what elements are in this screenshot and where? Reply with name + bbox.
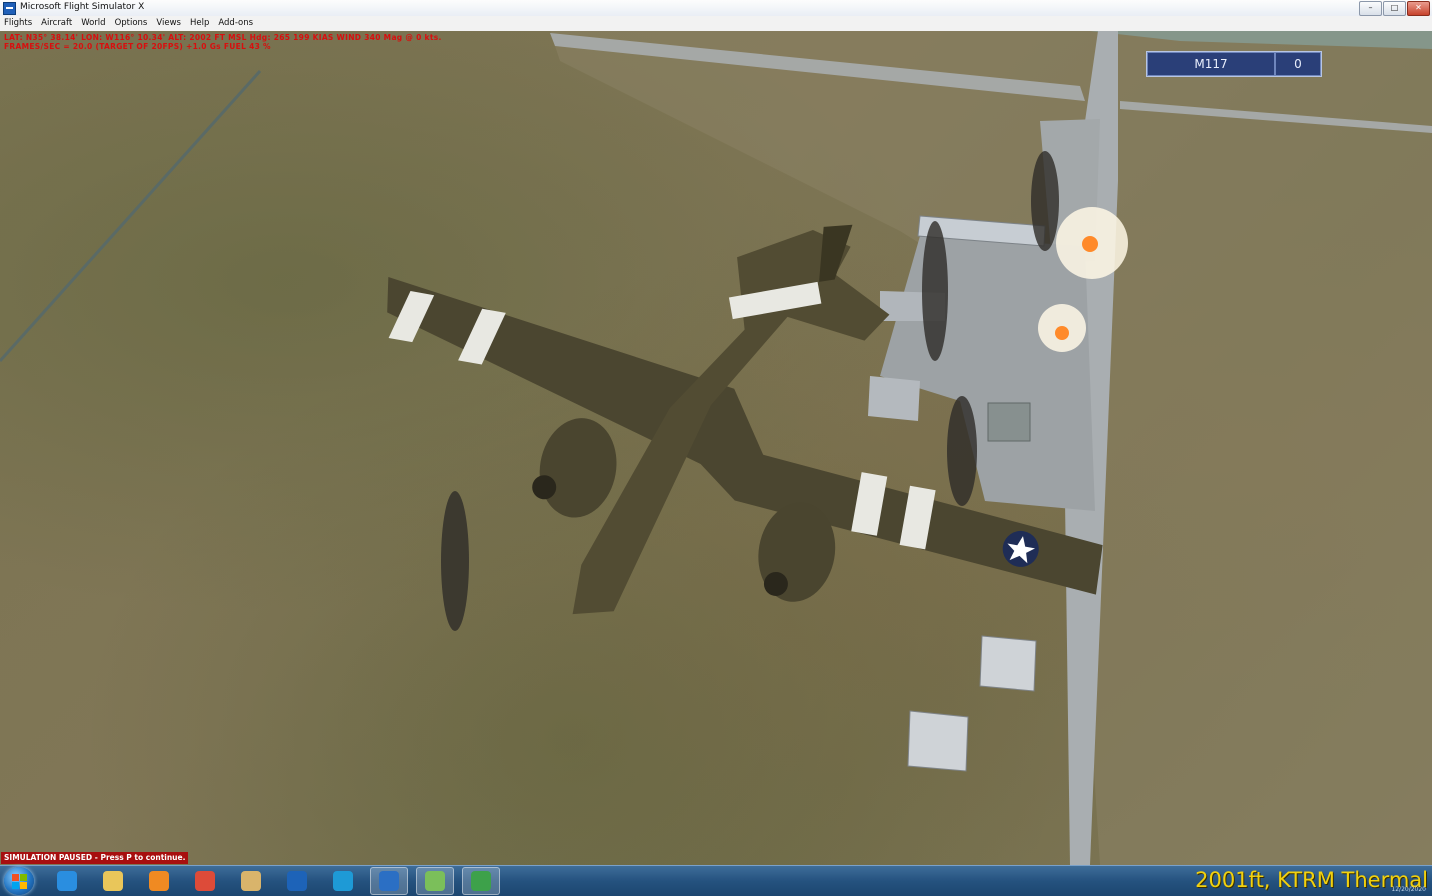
menu-add-ons[interactable]: Add-ons [214, 16, 258, 31]
tray-date: 12/20/2020 [1391, 886, 1426, 893]
close-button[interactable]: ✕ [1407, 1, 1430, 16]
hangar-5 [979, 635, 1037, 692]
file-explorer-taskbar-button[interactable] [94, 867, 132, 895]
aircraft-app-taskbar-button[interactable] [416, 867, 454, 895]
weapon-count: 0 [1275, 52, 1321, 76]
flight-data-readout: LAT: N35° 38.14' LON: W116° 10.34' ALT: … [4, 33, 442, 51]
title-bar: Microsoft Flight Simulator X – □ ✕ [0, 0, 1432, 17]
hud-line-position: LAT: N35° 38.14' LON: W116° 10.34' ALT: … [4, 33, 442, 42]
windows-logo-yellow [20, 882, 27, 889]
internet-explorer-icon [57, 871, 77, 891]
menu-bar: Flights Aircraft World Options Views Hel… [0, 16, 1432, 32]
menu-views[interactable]: Views [152, 16, 186, 31]
menu-help[interactable]: Help [186, 16, 214, 31]
edge-taskbar-button[interactable] [324, 867, 362, 895]
road [0, 69, 262, 363]
hud-line-performance: FRAMES/SEC = 20.0 (TARGET OF 20FPS) +1.0… [4, 42, 271, 51]
menu-flights[interactable]: Flights [0, 16, 37, 31]
chrome-icon [195, 871, 215, 891]
paint-taskbar-button[interactable] [232, 867, 270, 895]
n-app-taskbar-button[interactable] [278, 867, 316, 895]
aircraft-app-icon [425, 871, 445, 891]
window-controls: – □ ✕ [1359, 1, 1430, 16]
weapon-name: M117 [1147, 52, 1275, 76]
window-title: Microsoft Flight Simulator X [20, 2, 145, 12]
windows-logo-green [20, 874, 27, 881]
windows-logo-icon [12, 874, 19, 881]
chrome-taskbar-button[interactable] [186, 867, 224, 895]
windows-logo-blue [12, 882, 19, 889]
minimize-button[interactable]: – [1359, 1, 1382, 16]
taskbar-pinned-apps [48, 866, 508, 895]
maximize-button[interactable]: □ [1383, 1, 1406, 16]
sim-viewport[interactable]: LAT: N35° 38.14' LON: W116° 10.34' ALT: … [0, 31, 1432, 865]
paint-icon [241, 871, 261, 891]
simulation-paused-banner: SIMULATION PAUSED - Press P to continue. [1, 852, 189, 864]
start-button[interactable] [4, 867, 34, 895]
internet-explorer-taskbar-button[interactable] [48, 867, 86, 895]
media-player-taskbar-button[interactable] [140, 867, 178, 895]
scene-graphic [0, 31, 1432, 865]
weapon-scoreboard: M117 0 [1146, 51, 1322, 77]
menu-aircraft[interactable]: Aircraft [37, 16, 77, 31]
menu-options[interactable]: Options [111, 16, 153, 31]
edge-icon [333, 871, 353, 891]
download-app-taskbar-button[interactable] [462, 867, 500, 895]
menu-world[interactable]: World [77, 16, 110, 31]
fsx-app-icon [3, 2, 16, 15]
flight-sim-icon [379, 871, 399, 891]
file-explorer-icon [103, 871, 123, 891]
parking-apron [880, 236, 1095, 511]
n-app-icon [287, 871, 307, 891]
hangar-3 [868, 376, 920, 421]
media-player-icon [149, 871, 169, 891]
flight-sim-taskbar-button[interactable] [370, 867, 408, 895]
hangar-6 [907, 710, 969, 772]
download-app-icon [471, 871, 491, 891]
hangar-4 [987, 402, 1031, 442]
